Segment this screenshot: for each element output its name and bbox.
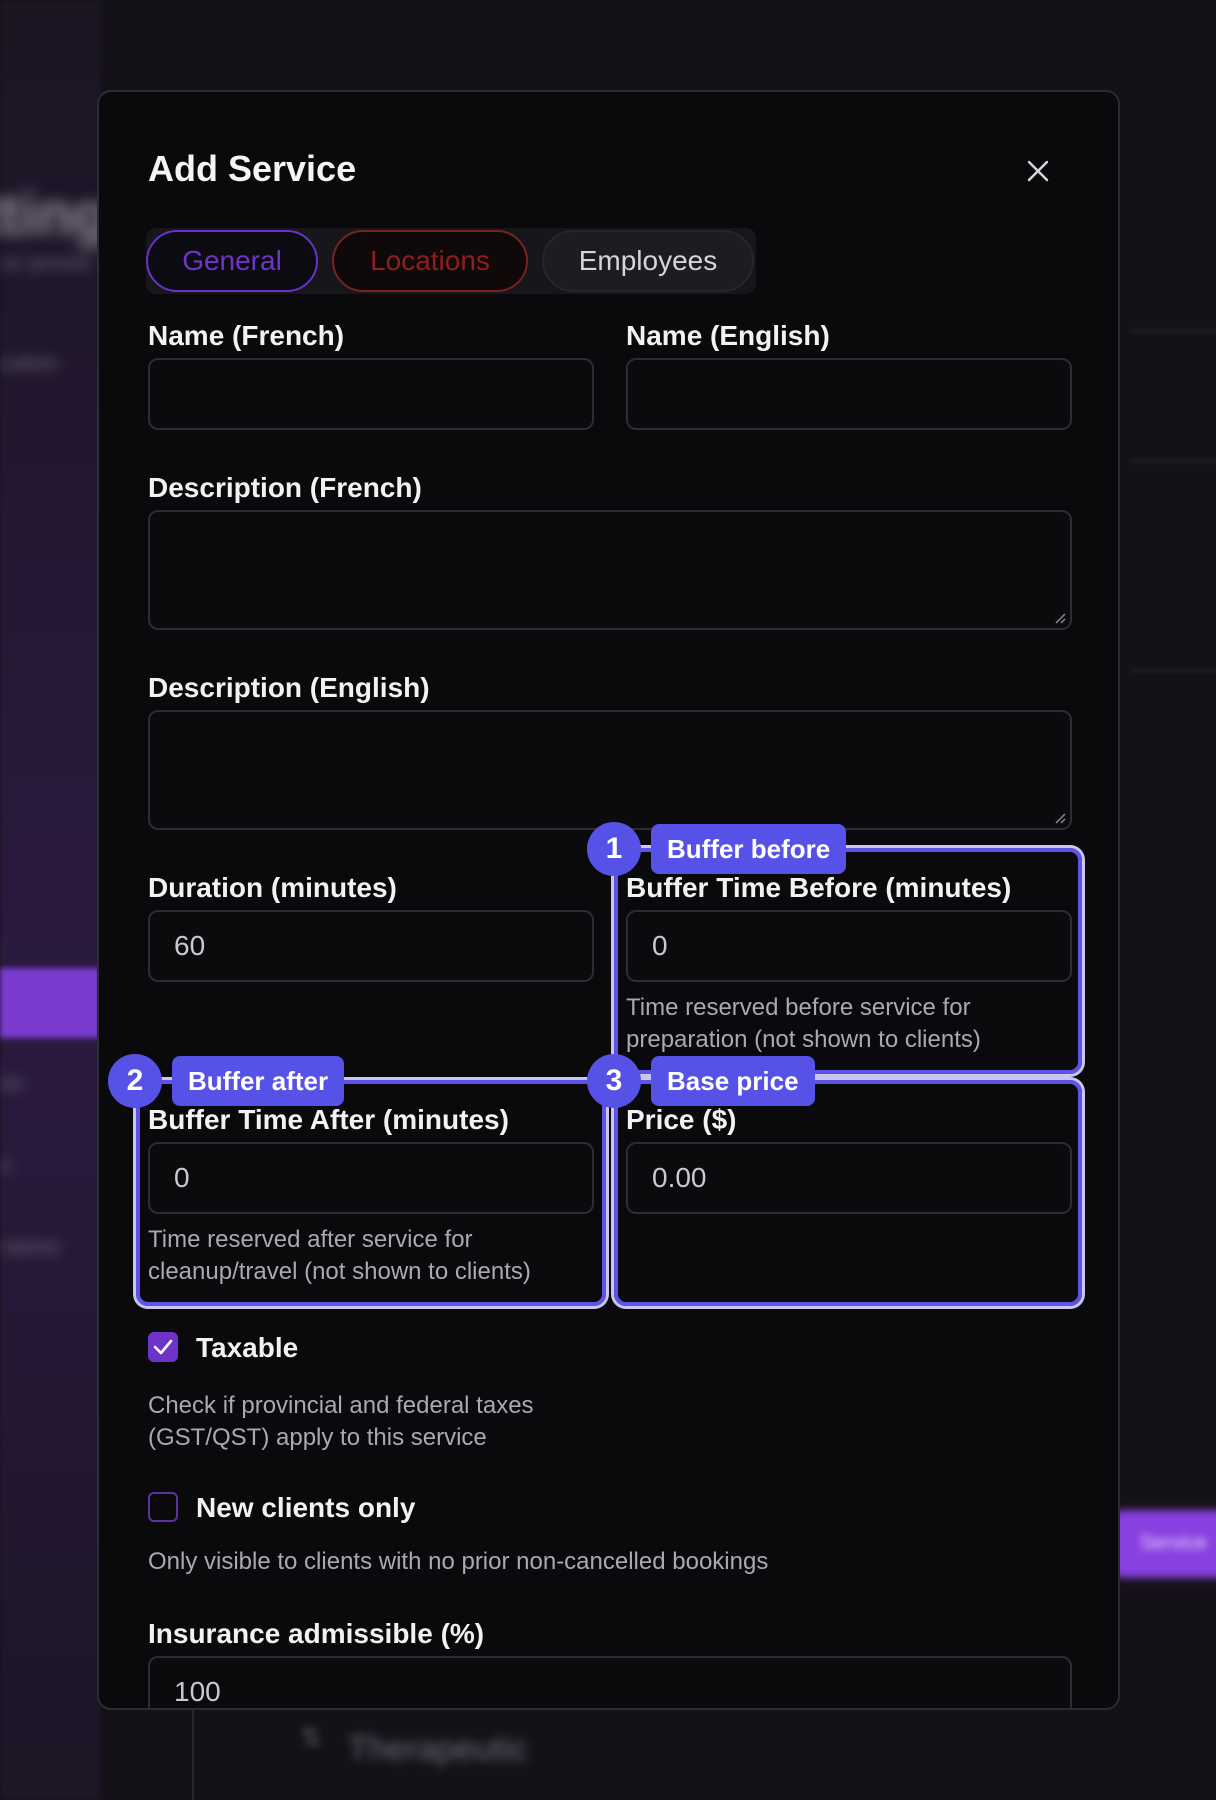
annotation-tag-buffer-after: Buffer after — [172, 1056, 345, 1106]
background-nav-item: es — [0, 1070, 24, 1095]
buffer-before-label: Buffer Time Before (minutes) — [626, 872, 1012, 903]
annotation-number-2: 2 — [108, 1054, 162, 1108]
checkmark-icon — [153, 1339, 173, 1355]
description-french-label: Description (French) — [148, 472, 422, 503]
price-label: Price ($) — [626, 1104, 737, 1135]
resize-grip-icon[interactable] — [1052, 810, 1066, 824]
description-french-textarea[interactable] — [148, 510, 1072, 630]
price-input[interactable]: 0.00 — [626, 1142, 1072, 1214]
insurance-input[interactable]: 100 — [148, 1656, 1072, 1708]
name-english-label: Name (English) — [626, 320, 830, 351]
buffer-after-label: Buffer Time After (minutes) — [148, 1104, 509, 1135]
new-clients-only-label[interactable]: New clients only — [196, 1492, 415, 1524]
background-nav-item: s — [0, 1152, 11, 1177]
background-sort-icon: ⇅ — [300, 1722, 322, 1752]
tab-bar: General Locations Employees — [146, 228, 756, 294]
name-french-label: Name (French) — [148, 320, 345, 351]
close-button[interactable] — [1019, 152, 1057, 190]
background-divider — [1130, 460, 1216, 462]
background-active-nav — [0, 968, 100, 1038]
background-table-text: Therapeutic — [348, 1730, 528, 1768]
duration-label: Duration (minutes) — [148, 872, 397, 903]
taxable-checkbox[interactable] — [148, 1332, 178, 1362]
annotation-number-1: 1 — [587, 822, 641, 876]
taxable-label[interactable]: Taxable — [196, 1332, 298, 1364]
annotation-tag-buffer-before: Buffer before — [651, 824, 847, 874]
annotation-tag-base-price: Base price — [651, 1056, 815, 1106]
new-clients-only-checkbox[interactable] — [148, 1492, 178, 1522]
taxable-help: Check if provincial and federal taxes (G… — [148, 1392, 534, 1451]
background-line — [192, 1710, 194, 1800]
new-clients-only-help: Only visible to clients with no prior no… — [148, 1548, 769, 1575]
buffer-before-help: Time reserved before service for prepara… — [626, 994, 981, 1053]
background-button: Service — [1110, 1510, 1216, 1578]
description-english-label: Description (English) — [148, 672, 430, 703]
duration-input[interactable]: 60 — [148, 910, 594, 982]
add-service-dialog: Add Service General Locations Employees … — [97, 90, 1120, 1710]
tab-general[interactable]: General — [146, 230, 318, 292]
tab-employees[interactable]: Employees — [542, 230, 754, 292]
annotation-number-3: 3 — [587, 1054, 641, 1108]
background-divider — [1130, 330, 1216, 332]
background-nav-item: zation — [0, 350, 59, 375]
background-subtitle: ce provid — [0, 250, 90, 275]
dialog-title: Add Service — [148, 148, 357, 189]
resize-grip-icon[interactable] — [1052, 610, 1066, 624]
buffer-after-help: Time reserved after service for cleanup/… — [148, 1226, 531, 1285]
name-french-input[interactable] — [148, 358, 594, 430]
insurance-label: Insurance admissible (%) — [148, 1618, 485, 1649]
name-english-input[interactable] — [626, 358, 1072, 430]
description-english-textarea[interactable] — [148, 710, 1072, 830]
buffer-after-input[interactable]: 0 — [148, 1142, 594, 1214]
tab-locations[interactable]: Locations — [332, 230, 528, 292]
background-nav-item: nance — [0, 1234, 60, 1259]
background-divider — [1130, 670, 1216, 672]
buffer-before-input[interactable]: 0 — [626, 910, 1072, 982]
close-icon — [1027, 160, 1049, 182]
